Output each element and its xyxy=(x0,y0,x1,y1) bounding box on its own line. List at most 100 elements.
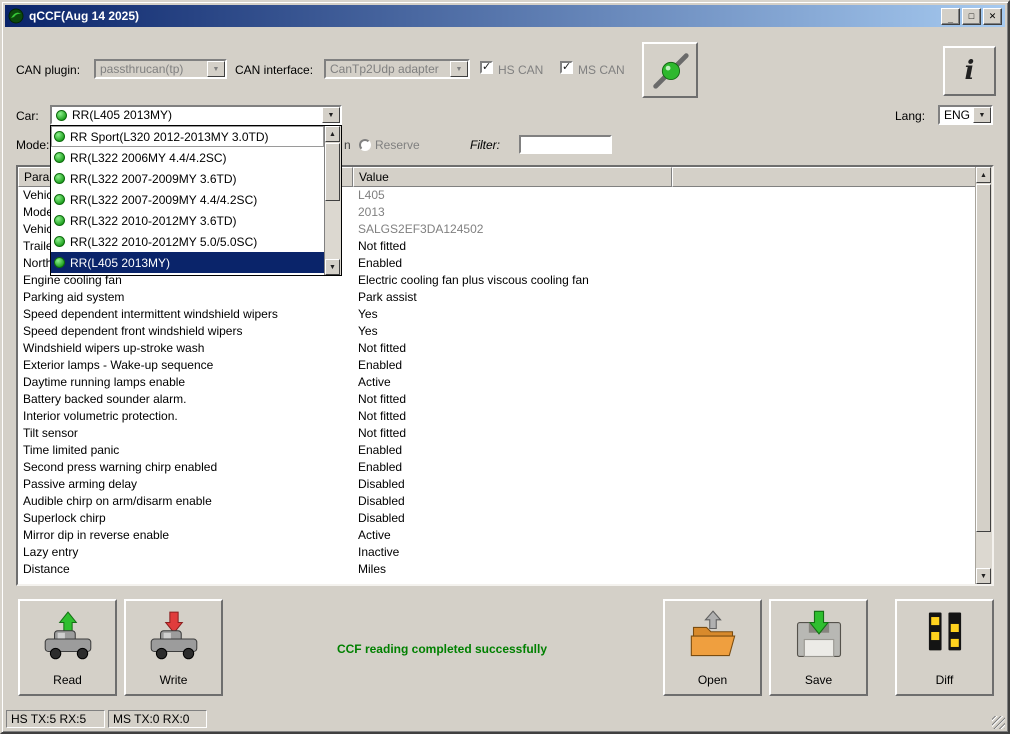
param-cell: Speed dependent intermittent windshield … xyxy=(23,307,278,321)
table-row[interactable]: Battery backed sounder alarm. Not fitted xyxy=(18,391,976,408)
car-dropdown-item[interactable]: RR(L322 2007-2009MY 4.4/4.2SC) xyxy=(51,189,324,210)
table-row[interactable]: Passive arming delay Disabled xyxy=(18,476,976,493)
chevron-down-icon[interactable] xyxy=(450,61,468,77)
table-row[interactable]: Distance Miles xyxy=(18,561,976,578)
value-cell: Park assist xyxy=(358,290,417,304)
extra-cell xyxy=(672,510,976,527)
param-cell: Parking aid system xyxy=(23,290,125,304)
car-dropdown-item[interactable]: RR(L322 2010-2012MY 3.6TD) xyxy=(51,210,324,231)
value-cell: Disabled xyxy=(358,494,405,508)
chevron-down-icon[interactable] xyxy=(973,107,991,123)
table-row[interactable]: Superlock chirp Disabled xyxy=(18,510,976,527)
can-interface-combobox[interactable]: CanTp2Udp adapter xyxy=(324,59,470,79)
scrollbar-thumb[interactable] xyxy=(325,143,340,201)
save-disk-icon xyxy=(796,610,841,658)
table-row[interactable]: Parking aid system Park assist xyxy=(18,289,976,306)
scroll-up-icon[interactable] xyxy=(976,167,991,183)
extra-cell xyxy=(672,238,976,255)
extra-cell xyxy=(672,374,976,391)
param-cell: Audible chirp on arm/disarm enable xyxy=(23,494,212,508)
extra-cell xyxy=(672,187,976,204)
car-dropdown-item[interactable]: RR(L322 2006MY 4.4/4.2SC) xyxy=(51,147,324,168)
car-status-dot-icon xyxy=(54,257,65,268)
table-row[interactable]: Time limited panic Enabled xyxy=(18,442,976,459)
car-dropdown-item[interactable]: RR Sport(L320 2012-2013MY 3.0TD) xyxy=(51,126,324,147)
car-dropdown-item-label: RR(L322 2010-2012MY 5.0/5.0SC) xyxy=(70,234,258,249)
open-button[interactable]: Open xyxy=(663,599,762,696)
value-cell: Electric cooling fan plus viscous coolin… xyxy=(358,273,589,287)
table-row[interactable]: Daytime running lamps enable Active xyxy=(18,374,976,391)
car-status-dot-icon xyxy=(54,131,65,142)
value-cell: Not fitted xyxy=(358,341,407,355)
hs-can-checkbox[interactable] xyxy=(480,60,493,74)
extra-cell xyxy=(672,340,976,357)
open-folder-icon xyxy=(690,610,735,657)
chevron-down-icon[interactable] xyxy=(322,107,340,123)
minimize-button[interactable]: _ xyxy=(941,7,960,25)
reserve-label: Reserve xyxy=(375,138,420,152)
extra-cell xyxy=(672,391,976,408)
car-dropdown-item[interactable]: RR(L405 2013MY) xyxy=(51,252,324,273)
resize-grip[interactable] xyxy=(992,716,1005,729)
can-plugin-value: passthrucan(tp) xyxy=(100,62,184,76)
chevron-down-icon[interactable] xyxy=(207,61,225,77)
table-row[interactable]: Lazy entry Inactive xyxy=(18,544,976,561)
car-dropdown-item-label: RR(L405 2013MY) xyxy=(70,255,171,270)
car-dropdown-item[interactable]: RR(L322 2007-2009MY 3.6TD) xyxy=(51,168,324,189)
dropdown-scrollbar[interactable] xyxy=(324,126,341,275)
close-button[interactable]: ✕ xyxy=(983,7,1002,25)
can-plugin-combobox[interactable]: passthrucan(tp) xyxy=(94,59,227,79)
maximize-button[interactable]: □ xyxy=(962,7,981,25)
car-dropdown-item-label: RR(L322 2007-2009MY 4.4/4.2SC) xyxy=(70,192,258,207)
value-cell: Disabled xyxy=(358,511,405,525)
extra-cell xyxy=(672,323,976,340)
table-row[interactable]: Speed dependent front windshield wipers Y… xyxy=(18,323,976,340)
extra-cell xyxy=(672,527,976,544)
reserve-radio[interactable] xyxy=(359,139,371,151)
table-row[interactable]: Audible chirp on arm/disarm enable Disabl… xyxy=(18,493,976,510)
extra-cell xyxy=(672,544,976,561)
column-header-extra[interactable] xyxy=(672,167,976,187)
info-icon: i xyxy=(964,56,975,86)
write-button[interactable]: Write xyxy=(124,599,223,696)
car-dropdown-list: RR Sport(L320 2012-2013MY 3.0TD) RR(L322 … xyxy=(51,126,324,275)
param-cell: Passive arming delay xyxy=(23,477,138,491)
scrollbar-thumb[interactable] xyxy=(976,184,991,532)
scroll-up-icon[interactable] xyxy=(325,126,340,142)
read-button[interactable]: Read xyxy=(18,599,117,696)
car-dropdown-item[interactable]: RR(L322 2010-2012MY 5.0/5.0SC) xyxy=(51,231,324,252)
table-row[interactable]: Speed dependent intermittent windshield … xyxy=(18,306,976,323)
close-icon: ✕ xyxy=(988,10,997,21)
table-row[interactable]: Mirror dip in reverse enable Active xyxy=(18,527,976,544)
titlebar[interactable]: qCCF(Aug 14 2025) _ □ ✕ xyxy=(5,5,1005,27)
table-row[interactable]: Tilt sensor Not fitted xyxy=(18,425,976,442)
table-row[interactable]: Exterior lamps - Wake-up sequence Enabled xyxy=(18,357,976,374)
extra-cell xyxy=(672,204,976,221)
scroll-down-icon[interactable] xyxy=(325,259,340,275)
lang-combobox[interactable]: ENG xyxy=(938,105,993,125)
extra-cell xyxy=(672,561,976,578)
value-cell: Enabled xyxy=(358,443,403,457)
car-combobox[interactable]: RR(L405 2013MY) xyxy=(50,105,342,125)
save-button-label: Save xyxy=(804,673,833,687)
extra-cell xyxy=(672,289,976,306)
column-header-value[interactable]: Value xyxy=(353,167,672,187)
info-button[interactable]: i xyxy=(943,46,996,96)
table-vertical-scrollbar[interactable] xyxy=(975,167,992,584)
table-row[interactable]: Second press warning chirp enabled Enable… xyxy=(18,459,976,476)
save-button[interactable]: Save xyxy=(769,599,868,696)
connect-button[interactable] xyxy=(642,42,698,98)
diff-button[interactable]: Diff xyxy=(895,599,994,696)
extra-cell xyxy=(672,272,976,289)
table-row[interactable]: Interior volumetric protection. Not fitte… xyxy=(18,408,976,425)
extra-cell xyxy=(672,357,976,374)
mode-option-partial-label: n xyxy=(344,138,351,152)
minimize-icon: _ xyxy=(947,13,953,24)
write-button-label: Write xyxy=(159,673,188,687)
ms-can-checkbox[interactable] xyxy=(560,60,573,74)
scroll-down-icon[interactable] xyxy=(976,568,991,584)
table-row[interactable]: Windshield wipers up-stroke wash Not fitt… xyxy=(18,340,976,357)
extra-cell xyxy=(672,425,976,442)
filter-input[interactable] xyxy=(519,135,612,154)
extra-cell xyxy=(672,221,976,238)
